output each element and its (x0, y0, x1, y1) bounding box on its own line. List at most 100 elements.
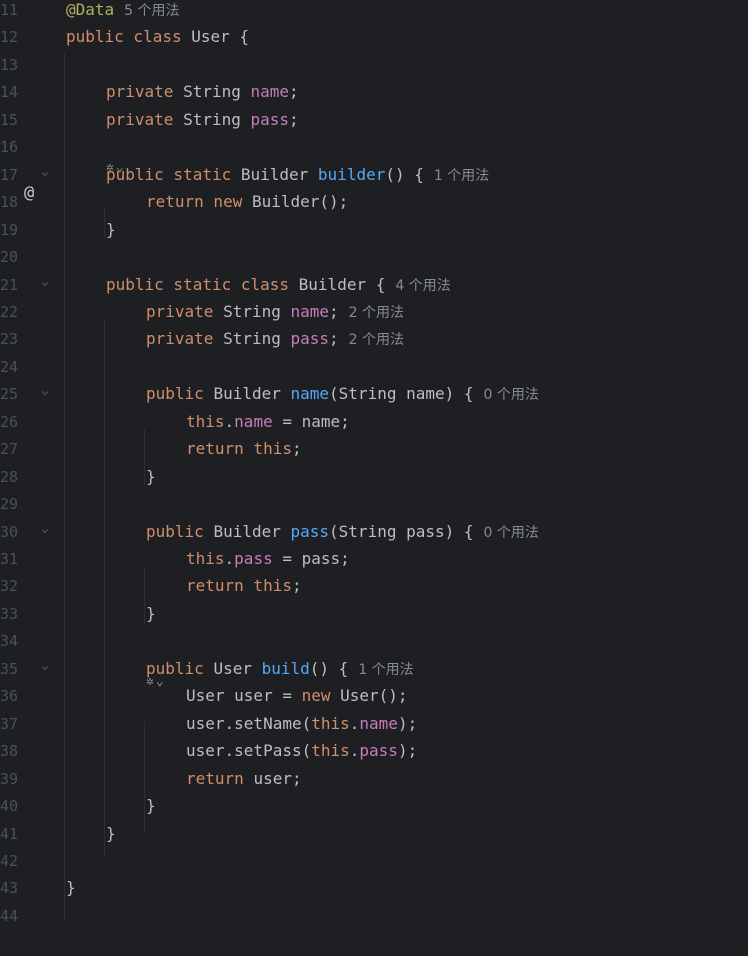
line-number: 43 (0, 879, 19, 898)
code-token: private (106, 109, 184, 129)
code-text: public Builder name(String name) {0 个用法 (146, 384, 539, 405)
code-line[interactable]: 35 public User build() {1 个用法 (0, 655, 748, 682)
code-line[interactable]: 25 public Builder name(String name) {0 个用… (0, 380, 748, 407)
code-token: () { (385, 164, 424, 184)
code-token: () { (309, 658, 349, 678)
code-line[interactable]: 34 (0, 627, 748, 654)
line-number: 33 (0, 604, 19, 623)
code-token: } (146, 796, 156, 816)
code-token: String (183, 109, 251, 129)
code-line[interactable]: 38 user.setPass(this.pass); (0, 737, 748, 764)
code-line[interactable]: 15 private String pass; (0, 106, 748, 133)
code-line[interactable]: 16 (0, 133, 748, 160)
usages-hint[interactable]: 5 个用法 (124, 3, 179, 19)
code-token: this (186, 411, 225, 431)
line-number: 31 (0, 550, 19, 568)
code-token: (String pass) { (329, 521, 474, 541)
code-line[interactable]: 14 private String name; (0, 78, 748, 105)
fold-chevron-icon[interactable] (40, 663, 50, 673)
code-token: } (66, 878, 76, 898)
line-number: 22 (0, 302, 19, 321)
code-token: User(); (340, 686, 408, 706)
fold-chevron-icon[interactable] (40, 169, 50, 179)
code-line[interactable]: 26 this.name = name; (0, 408, 748, 435)
code-token: pass (359, 741, 398, 761)
code-text: private String name; (106, 82, 299, 102)
code-line[interactable]: 11 @Data 5 个用法 (0, 0, 748, 23)
line-number: 24 (0, 357, 19, 376)
code-line[interactable]: 12 public class User { (0, 23, 748, 50)
usages-hint[interactable]: 2 个用法 (349, 305, 404, 321)
code-line[interactable]: 44 (0, 902, 748, 929)
code-line[interactable]: 39 return user; (0, 765, 748, 792)
code-line[interactable]: 33} (0, 600, 748, 627)
code-token: Builder (213, 384, 291, 404)
code-token: user; (253, 768, 302, 788)
code-token: ; (289, 109, 299, 129)
code-line[interactable]: 27 return this; (0, 435, 748, 462)
code-token: pass (290, 329, 330, 349)
code-line[interactable]: 29 (0, 490, 748, 517)
fold-chevron-icon[interactable] (40, 388, 50, 398)
code-token: . (349, 713, 360, 733)
code-line[interactable]: 18 return new Builder(); (0, 188, 748, 215)
code-line[interactable]: 28} (0, 463, 748, 490)
code-token: ; (329, 329, 339, 349)
code-text: return this; (186, 439, 302, 459)
code-line[interactable]: 19} (0, 216, 748, 243)
code-line[interactable]: 32 return this; (0, 572, 748, 599)
code-text: private String name; 2 个用法 (146, 302, 404, 323)
line-number: 18 (0, 193, 19, 212)
code-token: public static class (106, 274, 299, 294)
code-line[interactable]: 36 User user = new User(); (0, 682, 748, 709)
code-line[interactable]: 13 (0, 51, 748, 78)
code-text: } (66, 878, 76, 898)
line-number: 12 (0, 28, 19, 47)
code-token: pass (250, 109, 290, 129)
line-number: 42 (0, 851, 19, 870)
fold-chevron-icon[interactable] (40, 526, 50, 536)
code-token: user.setName( (186, 713, 312, 733)
code-line[interactable]: 43} (0, 874, 748, 901)
code-token: } (146, 466, 156, 486)
code-token: ; (329, 301, 339, 321)
fold-chevron-icon[interactable] (40, 279, 50, 289)
usages-hint[interactable]: 1 个用法 (358, 662, 413, 678)
code-line[interactable]: 21 public static class Builder { 4 个用法 (0, 271, 748, 298)
code-token: User { (191, 27, 250, 47)
code-line[interactable]: 20 (0, 243, 748, 270)
code-token: public class (66, 27, 192, 47)
usages-hint[interactable]: 4 个用法 (395, 278, 450, 294)
code-line[interactable]: 40} (0, 792, 748, 819)
code-token: this (311, 741, 350, 761)
code-line[interactable]: 24 (0, 353, 748, 380)
usages-hint[interactable]: 1 个用法 (434, 168, 489, 184)
code-text: return user; (186, 769, 302, 789)
code-line[interactable]: 42 (0, 847, 748, 874)
code-token: private (146, 301, 224, 321)
code-line[interactable]: 30 public Builder pass(String pass) {0 个用… (0, 518, 748, 545)
code-text: public static class Builder { 4 个用法 (106, 275, 451, 296)
code-token: return this (186, 439, 292, 459)
code-token: ; (291, 576, 302, 596)
usages-hint[interactable]: 0 个用法 (484, 387, 539, 403)
line-number: 29 (0, 495, 19, 514)
code-line[interactable]: 31 this.pass = pass; (0, 545, 748, 572)
code-editor[interactable]: ✲ ⌄ ✲ ⌄ @ 11 @Data 5 个用法 12 public class User … (0, 0, 748, 956)
code-line[interactable]: 23 private String pass; 2 个用法 (0, 325, 748, 352)
line-number: 25 (0, 385, 19, 404)
code-token: private (106, 82, 184, 102)
code-line[interactable]: 22 private String name; 2 个用法 (0, 298, 748, 325)
line-number: 44 (0, 906, 19, 925)
usages-hint[interactable]: 2 个用法 (349, 332, 404, 348)
code-line[interactable]: 17 public static Builder builder() {1 个用法 (0, 161, 748, 188)
code-text: User user = new User(); (186, 686, 408, 706)
code-token: Builder (213, 521, 291, 541)
line-number: 40 (0, 797, 19, 816)
code-line[interactable]: 37 user.setName(this.name); (0, 710, 748, 737)
usages-hint[interactable]: 0 个用法 (484, 525, 539, 541)
code-token: Builder { (298, 274, 386, 294)
code-text: user.setPass(this.pass); (186, 741, 417, 761)
line-number: 21 (0, 275, 19, 294)
code-line[interactable]: 41} (0, 820, 748, 847)
